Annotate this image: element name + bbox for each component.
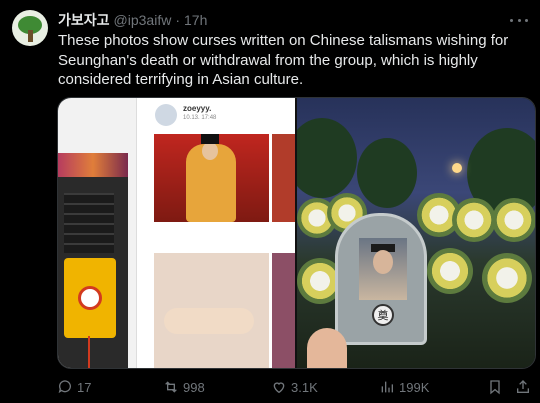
view-count: 199K [399, 379, 430, 395]
hand [164, 308, 254, 334]
talisman-string [88, 336, 90, 368]
reply-button[interactable]: 17 [57, 378, 91, 396]
views-button[interactable]: 199K [379, 378, 429, 396]
bookmark-icon [490, 380, 500, 395]
more-icon[interactable] [510, 11, 528, 29]
flower-wreath [482, 253, 532, 303]
yin-yang-icon [78, 286, 102, 310]
flower-wreath [492, 198, 535, 242]
figure-face [202, 142, 218, 160]
post-date: 10.13. 17:48 [183, 115, 217, 121]
post-photo-thumb [272, 134, 295, 222]
post-avatar [155, 104, 177, 126]
bagua-talisman [64, 258, 116, 338]
author-handle[interactable]: @ip3aifw [114, 12, 172, 28]
bookmark-button[interactable] [487, 378, 503, 396]
media-image-talisman[interactable]: zoeyyy. 10.13. 17:48 [58, 98, 295, 368]
share-button[interactable] [515, 378, 531, 396]
reply-count: 17 [77, 379, 92, 395]
laptop-screen [58, 153, 128, 177]
tree [297, 118, 357, 198]
author-name[interactable]: 가보자고 [58, 10, 110, 30]
figure-hat [201, 134, 219, 144]
portrait-face [373, 250, 393, 274]
header-separator: · [175, 12, 180, 28]
like-count: 3.1K [291, 379, 318, 395]
tree [357, 138, 417, 208]
avatar-tree-trunk [28, 30, 33, 42]
flower-wreath [452, 198, 496, 242]
media-image-memorial[interactable]: 奠 [297, 98, 535, 368]
post-photo-hand [154, 253, 269, 368]
repost-button[interactable]: 998 [163, 378, 205, 396]
tweet-media[interactable]: zoeyyy. 10.13. 17:48 奠 [57, 97, 536, 369]
memorial-portrait [359, 238, 407, 300]
more-dot [510, 18, 513, 22]
memorial-emblem: 奠 [372, 304, 394, 326]
avatar[interactable] [12, 10, 48, 46]
more-dot [525, 18, 528, 22]
share-icon [517, 380, 529, 393]
more-dot [517, 18, 521, 22]
laptop-keyboard [64, 193, 114, 253]
action-bar: 17 998 3.1K 199K [57, 378, 533, 396]
tweet-text: These photos show curses written on Chin… [58, 32, 509, 88]
post-username: zoeyyy. [183, 104, 212, 113]
repost-count: 998 [183, 379, 205, 395]
like-icon [273, 382, 285, 394]
like-button[interactable]: 3.1K [271, 378, 318, 396]
views-icon [381, 381, 393, 393]
repost-icon [165, 381, 177, 393]
tweet-header: 가보자고 @ip3aifw · 17h [58, 11, 207, 29]
post-photo-thumb [272, 253, 295, 368]
tweet-time[interactable]: 17h [184, 12, 207, 28]
hand [307, 328, 347, 368]
post-photo-robed-figure [154, 134, 269, 222]
reply-icon [58, 380, 71, 394]
flower-wreath [427, 248, 473, 294]
street-lamp [452, 163, 462, 173]
